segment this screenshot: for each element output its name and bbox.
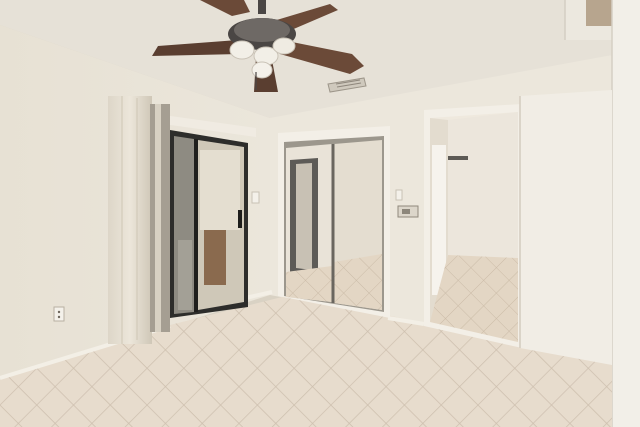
attic-hatch: [586, 0, 614, 26]
far-room-ceiling-fan: [448, 156, 468, 160]
open-doorway[interactable]: [424, 104, 522, 348]
right-wall-edge: [612, 0, 640, 427]
outlet-icon: [53, 306, 65, 322]
room-scene: [0, 0, 640, 427]
light-switch-icon[interactable]: [251, 191, 260, 204]
light-switch-icon[interactable]: [395, 189, 403, 201]
mirrored-closet-door[interactable]: [278, 126, 390, 318]
right-wall-panel: [520, 90, 612, 365]
sliding-glass-door[interactable]: [170, 130, 248, 318]
door-handle[interactable]: [238, 210, 242, 228]
